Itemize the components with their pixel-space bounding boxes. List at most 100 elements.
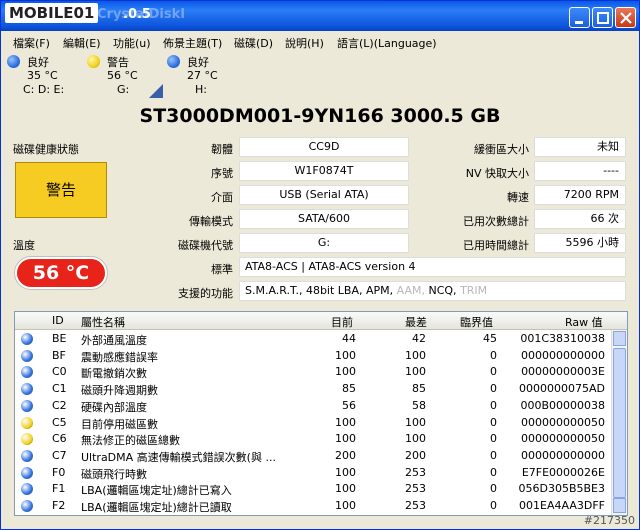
cell-raw-value: 001EA4AA3DFF (519, 499, 605, 512)
col-raw-value[interactable]: Raw 值 (565, 314, 603, 330)
firmware-label: 韌體 (211, 143, 233, 156)
feature-aam: AAM, (396, 284, 425, 297)
table-row[interactable]: BF 震動感應錯誤率 100 100 0 000000000000 (15, 348, 611, 365)
cell-current: 100 (335, 348, 356, 362)
cell-worst: 100 (405, 348, 426, 362)
feature-trim: TRIM (460, 284, 488, 297)
drive-status: 良好 (27, 56, 49, 69)
buffer-size-value: 未知 (534, 137, 626, 157)
close-icon (620, 12, 632, 24)
cell-threshold: 0 (490, 415, 497, 429)
cell-id: F2 (52, 499, 66, 512)
close-button[interactable] (615, 7, 636, 28)
row-status-icon (21, 399, 33, 412)
watermark: #217350 (583, 514, 635, 527)
table-header: ID 屬性名稱 目前 最差 臨界值 Raw 值 (15, 312, 627, 330)
table-row[interactable]: C1 磁頭升降週期數 85 85 0 0000000075AD (15, 381, 611, 398)
cell-threshold: 0 (490, 482, 497, 496)
drive-temp: 35 °C (27, 69, 58, 82)
disk-model-title: ST3000DM001-9YN166 3000.5 GB (139, 105, 501, 127)
menu-edit[interactable]: 編輯(E) (63, 35, 101, 51)
scroll-up-arrow-icon[interactable] (613, 331, 626, 346)
cell-raw-value: 000000000050 (521, 415, 605, 429)
cell-attribute-name: 震動感應錯誤率 (81, 350, 158, 364)
scroll-down-arrow-icon[interactable] (613, 498, 626, 513)
cell-current: 100 (335, 482, 356, 496)
app-window: MOBILE01 CrystalDiskI .0.5 檔案(F) 編輯(E) 功… (0, 0, 640, 530)
drive-tab-c[interactable]: 良好 35 °C C: D: E: (1, 52, 81, 100)
cell-worst: 58 (412, 398, 426, 412)
table-row[interactable]: F1 LBA(邏輯區塊定址)總計已寫入 100 253 0 056D305B5BE3 (15, 481, 611, 498)
transfer-mode-label: 傳輸模式 (189, 215, 233, 228)
table-row[interactable]: F2 LBA(邏輯區塊定址)總計已讀取 100 253 0 001EA4AA3DFF (15, 498, 611, 515)
table-row[interactable]: F0 磁頭飛行時數 100 253 0 E7FE0000026E (15, 465, 611, 482)
minimize-button[interactable] (569, 7, 590, 28)
rotation-rate-label: 轉速 (507, 191, 529, 204)
row-status-icon (21, 366, 33, 379)
cell-threshold: 0 (490, 398, 497, 412)
title-bar[interactable]: MOBILE01 CrystalDiskI .0.5 (1, 1, 639, 31)
features-supported: S.M.A.R.T., 48bit LBA, APM, (245, 284, 394, 297)
cell-threshold: 0 (490, 365, 497, 379)
drive-tab-h[interactable]: 良好 27 °C H: (161, 52, 241, 100)
serial-value: W1F0874T (239, 161, 409, 181)
cell-attribute-name: LBA(邏輯區塊定址)總計已寫入 (81, 484, 232, 498)
table-row[interactable]: C5 目前停用磁區數 100 100 0 000000000050 (15, 415, 611, 432)
menu-language[interactable]: 語言(L)(Language) (337, 35, 437, 51)
cell-attribute-name: 磁頭飛行時數 (81, 467, 147, 481)
cell-worst: 100 (405, 432, 426, 446)
features-label: 支援的功能 (178, 287, 233, 300)
status-good-icon (167, 55, 180, 68)
interface-value: USB (Serial ATA) (239, 185, 409, 205)
cell-attribute-name: LBA(邏輯區塊定址)總計已讀取 (81, 501, 232, 514)
menu-function[interactable]: 功能(u) (113, 35, 151, 51)
cell-id: C0 (52, 365, 67, 379)
cell-attribute-name: UltraDMA 高速傳輸模式錯誤次數(與 ... (81, 450, 276, 464)
drive-letter-label: 磁碟機代號 (178, 239, 233, 252)
table-row[interactable]: C6 無法修正的磁區總數 100 100 0 000000000050 (15, 431, 611, 448)
smart-attributes-table[interactable]: ID 屬性名稱 目前 最差 臨界值 Raw 值 BE 外部通風溫度 44 42 45 00… (14, 311, 628, 516)
col-id[interactable]: ID (52, 314, 64, 327)
cell-id: F0 (52, 465, 66, 479)
cell-raw-value: 0000000075AD (519, 382, 605, 396)
col-threshold[interactable]: 臨界值 (460, 314, 493, 330)
transfer-mode-value: SATA/600 (239, 209, 409, 229)
table-row[interactable]: C0 斷電撤銷次數 100 100 0 00000000003E (15, 364, 611, 381)
col-worst[interactable]: 最差 (405, 314, 427, 330)
table-scrollbar[interactable] (611, 330, 627, 515)
health-status-badge[interactable]: 警告 (15, 162, 107, 218)
table-row[interactable]: C2 硬碟內部溫度 56 58 0 000B00000038 (15, 398, 611, 415)
temperature-badge: 56 °C (14, 256, 108, 290)
cell-current: 100 (335, 499, 356, 512)
cell-current: 100 (335, 465, 356, 479)
cell-id: C1 (52, 382, 67, 396)
cell-raw-value: 001C38310038 (520, 332, 605, 345)
cell-attribute-name: 硬碟內部溫度 (81, 400, 147, 414)
power-on-count-value: 66 次 (534, 209, 626, 229)
maximize-button[interactable] (592, 7, 613, 28)
cell-raw-value: E7FE0000026E (521, 465, 605, 479)
nv-cache-value: ---- (534, 161, 626, 181)
standard-label: 標準 (211, 263, 233, 276)
row-status-icon (21, 383, 33, 396)
power-on-count-label: 已用次數總計 (463, 215, 529, 228)
menu-file[interactable]: 檔案(F) (13, 35, 50, 51)
cell-worst: 100 (405, 415, 426, 429)
table-row[interactable]: BE 外部通風溫度 44 42 45 001C38310038 (15, 331, 611, 348)
cell-attribute-name: 外部通風溫度 (81, 334, 147, 347)
menu-theme[interactable]: 佈景主題(T) (163, 35, 222, 51)
menu-help[interactable]: 說明(H) (285, 35, 324, 51)
scroll-thumb[interactable] (613, 348, 626, 498)
drive-letter-value: G: (239, 233, 409, 253)
row-status-icon (21, 449, 33, 462)
col-current[interactable]: 目前 (331, 314, 353, 330)
drive-letter: C: D: E: (23, 83, 65, 96)
row-status-icon (21, 433, 33, 446)
drive-letter: H: (195, 83, 207, 96)
table-row[interactable]: C7 UltraDMA 高速傳輸模式錯誤次數(與 ... 200 200 0 000000… (15, 448, 611, 465)
drive-temp: 56 °C (107, 69, 138, 82)
cell-threshold: 0 (490, 448, 497, 462)
col-attribute-name[interactable]: 屬性名稱 (81, 314, 125, 330)
selected-drive-indicator-icon (149, 84, 163, 98)
menu-disk[interactable]: 磁碟(D) (234, 35, 273, 51)
